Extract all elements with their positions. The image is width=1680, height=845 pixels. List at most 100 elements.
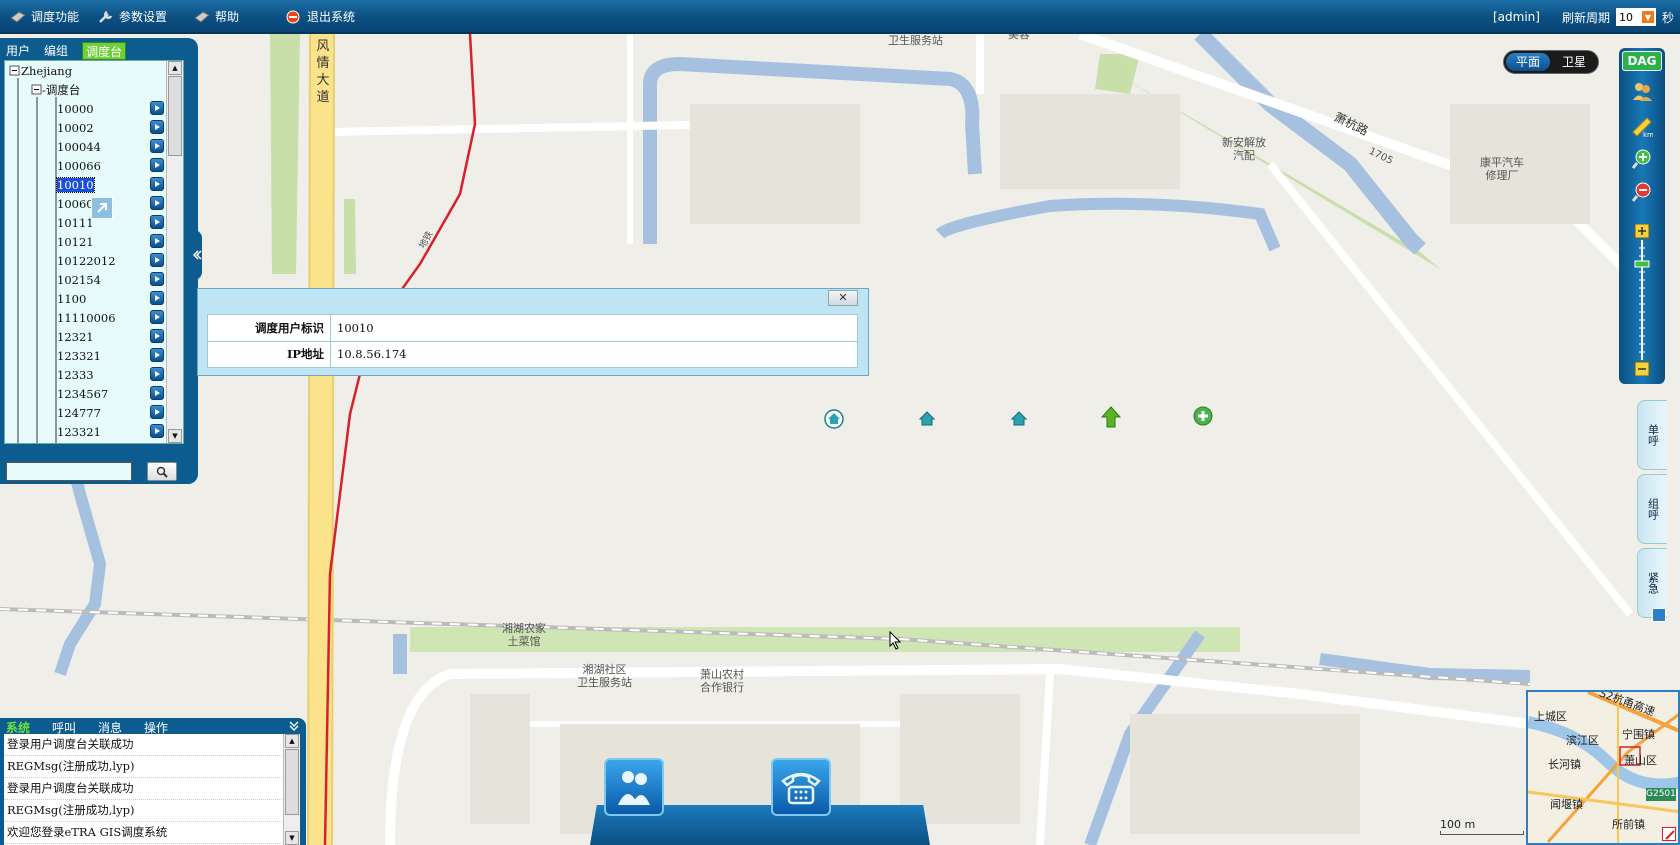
scroll-down-icon[interactable]: ▼ [285,831,299,845]
tree-item[interactable]: 1234567 [57,384,108,403]
tree-item[interactable]: 10010 [56,175,95,194]
right-call-tabs: 单呼 组呼 紧急 [1637,400,1667,620]
tree-item[interactable]: 10000 [57,99,94,118]
locate-arrow-icon[interactable] [150,310,164,324]
menu-settings[interactable]: 参数设置 [98,8,167,25]
locate-arrow-icon[interactable] [150,291,164,305]
scroll-down-icon[interactable]: ▼ [168,429,182,443]
locate-arrow-icon[interactable] [150,348,164,362]
expand-icon[interactable] [1652,608,1666,622]
station-marker-5[interactable] [1193,406,1213,428]
phone-call-button[interactable] [771,758,831,816]
menu-exit[interactable]: 退出系统 [286,8,355,25]
tree-item[interactable]: 10111 [57,213,94,232]
ruler-icon[interactable]: km [1631,116,1654,139]
locate-arrow-icon[interactable] [150,196,164,210]
overview-minimap[interactable]: 上城区 滨江区 宁围镇 长河镇 萧山区 闻堰镇 所前镇 G2501 S2杭甬高速 [1526,690,1680,845]
tree-item-label: 1234567 [57,386,109,401]
tab-dispatch-console[interactable]: 调度台 [82,42,127,60]
poi-top-clinic: 卫生服务站 [888,34,943,47]
locate-arrow-icon[interactable] [150,234,164,248]
map-type-plane[interactable]: 平面 [1506,53,1550,71]
tree-group[interactable]: - 调度台 [42,80,80,99]
scroll-up-icon[interactable]: ▲ [168,61,182,75]
tree-item[interactable]: 12321 [57,327,94,346]
locate-arrow-icon[interactable] [150,386,164,400]
users-icon[interactable] [1631,80,1653,102]
dag-button[interactable]: DAG [1622,51,1662,71]
station-marker-2[interactable] [917,408,937,430]
refresh-select[interactable]: 10 ▼ [1615,8,1656,26]
zoom-in-icon[interactable] [1631,148,1653,170]
mouse-cursor-icon [889,630,903,651]
locate-arrow-icon[interactable] [150,272,164,286]
share-icon[interactable] [91,197,113,219]
tree-item-label: 123321 [57,348,101,363]
scroll-thumb[interactable] [168,76,182,156]
tree-item[interactable]: 123321 [57,346,101,365]
collapse-down-icon[interactable] [288,720,300,732]
search-button[interactable] [147,462,177,481]
tree-item[interactable]: 100044 [57,137,101,156]
station-marker-3[interactable] [1009,408,1029,430]
station-marker-4[interactable] [1100,406,1122,428]
tree-item[interactable]: 10122012 [57,251,116,270]
minimap-label: 闻堰镇 [1550,798,1583,811]
info-value: 10010 [330,314,858,342]
dispatch-icon [10,10,26,24]
scroll-thumb[interactable] [285,749,299,815]
zoom-slider[interactable] [1634,223,1650,377]
scroll-up-icon[interactable]: ▲ [285,734,299,748]
tree-item[interactable]: 124777 [57,403,101,422]
tree-item[interactable]: 10002 [57,118,94,137]
locate-arrow-icon[interactable] [150,329,164,343]
tree-item[interactable]: 12333 [57,365,94,384]
left-panel-collapse[interactable] [190,230,202,280]
locate-arrow-icon[interactable] [150,120,164,134]
dropdown-arrow-icon[interactable]: ▼ [1640,10,1655,24]
log-list: 登录用户调度台关联成功 REGMsg(注册成功,lyp) 登录用户调度台关联成功… [4,734,300,845]
group-call-button[interactable] [604,758,664,816]
user-search-input[interactable] [6,462,132,481]
locate-arrow-icon[interactable] [150,424,164,438]
info-value: 10.8.56.174 [330,340,858,368]
right-map-toolbar: DAG km [1619,48,1665,384]
search-icon [156,466,168,478]
left-panel-tabs: 用户 编组 调度台 [6,42,127,60]
tab-single-call[interactable]: 单呼 [1637,400,1667,470]
locate-arrow-icon[interactable] [150,215,164,229]
tree-item[interactable]: 123321 [57,422,101,441]
locate-arrow-icon[interactable] [150,158,164,172]
map-type-satellite[interactable]: 卫星 [1552,53,1596,71]
locate-arrow-icon[interactable] [150,177,164,191]
locate-arrow-icon[interactable] [150,101,164,115]
menu-dispatch[interactable]: 调度功能 [10,8,79,25]
double-chevron-left-icon [192,250,202,260]
zoom-out-icon[interactable] [1631,181,1653,203]
locate-arrow-icon[interactable] [150,253,164,267]
locate-arrow-icon[interactable] [150,139,164,153]
tree-item[interactable]: 102154 [57,270,101,289]
menu-help[interactable]: 帮助 [194,8,239,25]
tab-users[interactable]: 用户 [6,42,30,60]
tree-item-label: 10060 [57,196,94,211]
info-key: IP地址 [207,340,331,368]
tree-item[interactable]: 1100 [57,289,86,308]
station-marker-1[interactable] [824,408,844,430]
tree-item[interactable]: 10121 [57,232,94,251]
locate-arrow-icon[interactable] [150,367,164,381]
tree-item[interactable]: 11110006 [57,308,116,327]
tree-item[interactable]: 10060 [57,194,94,213]
poi-bank: 萧山农村 合作银行 [700,668,744,694]
log-scrollbar[interactable]: ▲ ▼ [283,734,300,845]
locate-arrow-icon[interactable] [150,405,164,419]
minimap-close-icon[interactable] [1662,827,1676,841]
tab-group-call[interactable]: 组呼 [1637,474,1667,544]
tree-root[interactable]: Zhejiang [21,61,72,80]
tab-groups[interactable]: 编组 [44,42,68,60]
tree-item[interactable]: 100066 [57,156,101,175]
popup-close-button[interactable]: ✕ [828,290,858,306]
tree-scrollbar[interactable]: ▲ ▼ [166,61,183,443]
poi-repair-1: 新安解放 汽配 [1222,136,1266,162]
menu-exit-label: 退出系统 [307,10,356,24]
